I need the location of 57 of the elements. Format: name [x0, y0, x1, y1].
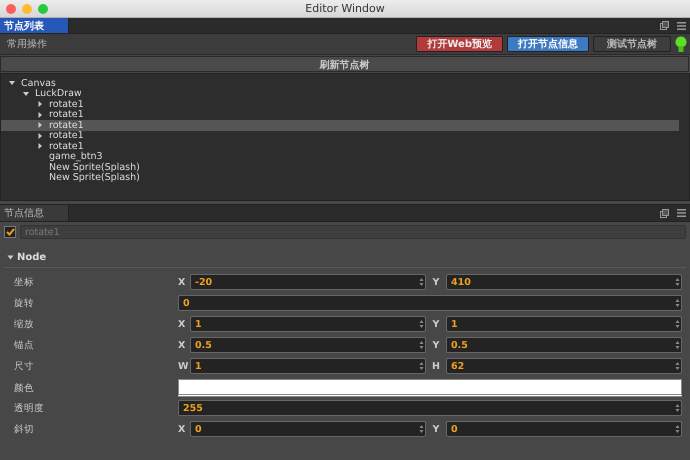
popout-icon[interactable] — [660, 208, 669, 218]
popout-icon[interactable] — [660, 21, 669, 30]
tree-item[interactable]: New Sprite(Splash) — [1, 162, 679, 172]
number-field[interactable]: 0 — [178, 295, 682, 311]
window-title: Editor Window — [305, 2, 385, 15]
tree-item[interactable]: rotate1 — [1, 99, 679, 110]
number-field[interactable]: 0 — [190, 421, 426, 437]
tree-item[interactable]: LuckDraw — [1, 88, 679, 99]
number-field[interactable]: 0 — [446, 421, 682, 437]
tree-item[interactable]: Canvas — [1, 78, 679, 88]
number-field[interactable]: 1 — [190, 316, 426, 332]
panel-tab[interactable]: 节点信息 — [0, 205, 69, 221]
toolbar-button[interactable]: 打开Web预览 — [416, 36, 503, 52]
property-label: 透明度 — [14, 402, 45, 414]
axis-label: Y — [432, 276, 440, 288]
number-field[interactable]: 410 — [446, 274, 682, 290]
axis-label: W — [178, 360, 190, 372]
number-field[interactable]: 0.5 — [190, 337, 426, 353]
tree-item[interactable]: rotate1 — [1, 141, 679, 152]
property-label: 坐标 — [14, 276, 35, 288]
property-label: 缩放 — [14, 318, 35, 330]
axis-label: H — [431, 360, 441, 372]
number-field[interactable]: 1 — [190, 358, 426, 374]
property-label: 尺寸 — [14, 360, 35, 372]
axis-label: X — [178, 276, 186, 288]
toolbar-button[interactable]: 测试节点树 — [593, 36, 671, 52]
property-label: 锚点 — [14, 338, 35, 352]
property-label: 颜色 — [14, 382, 35, 394]
section-title: Node — [17, 252, 46, 263]
number-field[interactable]: 255 — [178, 400, 682, 416]
tree-item[interactable]: rotate1 — [1, 130, 679, 141]
toolbar-label: 常用操作 — [7, 39, 47, 50]
axis-label: Y — [432, 340, 440, 350]
tree-item[interactable]: rotate1 — [1, 110, 679, 120]
color-swatch[interactable] — [178, 379, 682, 397]
axis-label: X — [178, 318, 186, 330]
number-field[interactable]: -20 — [190, 274, 426, 290]
number-field[interactable]: 62 — [446, 358, 682, 374]
tree-item[interactable]: game_btn3 — [1, 152, 679, 162]
toolbar-button[interactable]: 打开节点信息 — [507, 36, 589, 52]
refresh-tree-button[interactable]: 刷新节点树 — [0, 56, 689, 72]
menu-icon[interactable] — [677, 22, 686, 30]
axis-label: Y — [432, 318, 440, 330]
menu-icon[interactable] — [677, 209, 686, 217]
check-icon — [6, 228, 14, 236]
axis-label: X — [178, 340, 186, 350]
axis-label: X — [178, 424, 186, 434]
property-label: 斜切 — [14, 422, 35, 436]
property-label: 旋转 — [14, 296, 35, 310]
tree-item[interactable]: rotate1 — [1, 120, 679, 130]
number-field[interactable]: 1 — [446, 316, 682, 332]
axis-label: Y — [432, 424, 440, 434]
panel-tab[interactable]: 节点列表 — [0, 18, 69, 33]
number-field[interactable]: 0.5 — [446, 337, 682, 353]
expand-arrow-icon[interactable] — [7, 254, 14, 261]
tree-item[interactable]: New Sprite(Splash) — [1, 172, 679, 183]
active-checkbox[interactable] — [4, 226, 16, 238]
